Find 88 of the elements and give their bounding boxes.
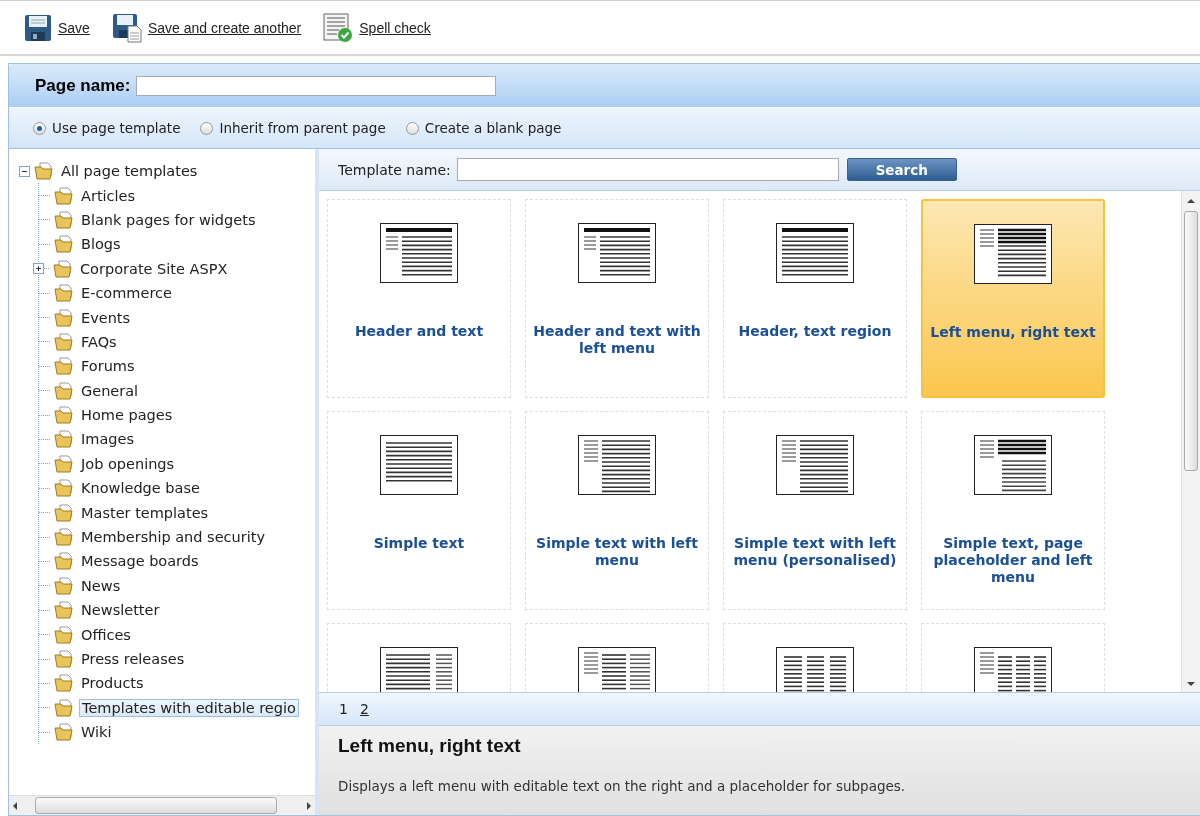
page-name-label: Page name: bbox=[35, 75, 131, 96]
template-tile[interactable]: Simple text bbox=[327, 411, 511, 610]
tree-item[interactable]: Press releases bbox=[79, 651, 187, 667]
template-name: Simple text with left menu (personalised) bbox=[732, 535, 898, 569]
folder-icon bbox=[34, 162, 54, 181]
radio-label: Inherit from parent page bbox=[219, 120, 386, 136]
floppy-disk-page-icon bbox=[111, 12, 142, 43]
folder-icon bbox=[54, 698, 74, 717]
template-name: Simple text, page placeholder and left menu bbox=[932, 535, 1094, 586]
tree-item[interactable]: Job openings bbox=[79, 455, 177, 472]
radio-label: Use page template bbox=[52, 120, 181, 136]
folder-icon bbox=[54, 528, 74, 547]
template-name-label: Template name: bbox=[338, 161, 451, 178]
folder-icon bbox=[54, 235, 74, 254]
tree-item[interactable]: FAQs bbox=[79, 333, 119, 350]
toolbar-button[interactable]: Save and create another bbox=[111, 12, 302, 43]
folder-icon bbox=[54, 430, 74, 449]
template-name: Header and text with left menu bbox=[532, 323, 702, 357]
page-number[interactable]: 2 bbox=[359, 701, 369, 717]
toolbar-button[interactable]: Spell check bbox=[323, 12, 431, 43]
collapse-icon[interactable] bbox=[19, 165, 30, 177]
folder-icon bbox=[54, 503, 74, 522]
tree-item[interactable]: Images bbox=[79, 431, 136, 448]
folder-icon bbox=[54, 406, 74, 425]
tree-item[interactable]: News bbox=[79, 577, 123, 594]
tree-item[interactable]: Newsletter bbox=[79, 602, 162, 619]
folder-icon bbox=[54, 210, 74, 229]
template-name: Header, text region bbox=[737, 323, 893, 340]
template-tile[interactable]: Simple text, page placeholder and left menu bbox=[921, 411, 1105, 610]
vertical-scrollbar[interactable] bbox=[1181, 191, 1200, 692]
tree-item[interactable]: Corporate Site ASPX bbox=[78, 260, 230, 277]
template-tile[interactable]: Simple text with left menu (personalised) bbox=[723, 411, 907, 610]
tree-item[interactable]: Membership and security bbox=[79, 529, 267, 546]
tree-item[interactable]: Events bbox=[79, 309, 133, 326]
page-name-field[interactable] bbox=[136, 75, 497, 96]
folder-icon bbox=[54, 479, 74, 498]
folder-icon bbox=[54, 284, 74, 303]
folder-icon bbox=[54, 308, 74, 327]
horizontal-scrollbar[interactable] bbox=[9, 795, 315, 815]
template-name: Simple text bbox=[372, 535, 466, 552]
folder-icon bbox=[54, 357, 74, 376]
tree-item[interactable]: Knowledge base bbox=[79, 480, 202, 497]
template-name: Simple text with left menu bbox=[535, 535, 699, 569]
tree-item[interactable]: Home pages bbox=[79, 407, 175, 424]
template-tile[interactable]: Left menu, right text bbox=[921, 199, 1105, 398]
folder-icon bbox=[54, 454, 74, 473]
folder-icon bbox=[54, 186, 74, 205]
tree-item[interactable]: All page templates bbox=[59, 163, 200, 180]
page-number[interactable]: 1 bbox=[339, 701, 348, 717]
search-button[interactable]: Search bbox=[846, 158, 957, 181]
document-check-icon bbox=[323, 12, 354, 43]
template-name-field[interactable] bbox=[456, 158, 839, 181]
folder-icon bbox=[54, 576, 74, 595]
folder-icon bbox=[54, 625, 74, 644]
tree-item[interactable]: Articles bbox=[79, 187, 138, 204]
template-tile[interactable]: Header and text with left menu bbox=[525, 199, 709, 398]
tree-item[interactable]: Blogs bbox=[79, 236, 123, 253]
template-name: Header and text bbox=[353, 323, 485, 340]
tree-item[interactable]: Forums bbox=[79, 358, 137, 375]
tree-item[interactable]: Master templates bbox=[79, 504, 211, 521]
radio-button[interactable] bbox=[405, 121, 419, 135]
toolbar-button[interactable]: Save bbox=[24, 13, 90, 42]
folder-icon bbox=[54, 723, 74, 742]
folder-icon bbox=[54, 674, 74, 693]
template-tile[interactable]: Simple text with left menu bbox=[525, 411, 709, 610]
radio-label: Create a blank page bbox=[424, 120, 562, 136]
template-name: Left menu, right text bbox=[929, 324, 1097, 341]
folder-icon bbox=[53, 259, 73, 278]
folder-icon bbox=[54, 601, 74, 620]
tree-item[interactable]: Products bbox=[79, 675, 146, 692]
tree-item[interactable]: Wiki bbox=[79, 724, 114, 741]
template-description: Displays a left menu with editable text on the right and a placeholder for subpages. bbox=[319, 764, 1200, 794]
tree-item[interactable]: Offices bbox=[79, 626, 133, 643]
template-tile[interactable]: Header and text bbox=[327, 199, 511, 398]
tree-item[interactable]: E-commerce bbox=[79, 285, 174, 302]
folder-icon bbox=[54, 381, 74, 400]
folder-icon bbox=[54, 650, 74, 668]
tree-item[interactable]: Message boards bbox=[79, 553, 201, 570]
template-title: Left menu, right text bbox=[337, 734, 522, 757]
folder-icon bbox=[54, 332, 74, 351]
folder-icon bbox=[54, 552, 74, 571]
radio-button[interactable] bbox=[33, 121, 46, 135]
tree-item[interactable]: Blank pages for widgets bbox=[79, 211, 258, 228]
radio-button[interactable] bbox=[200, 121, 214, 135]
template-tile[interactable]: Header, text region bbox=[723, 199, 907, 398]
tree-item[interactable]: Templates with editable regio bbox=[79, 698, 299, 717]
expand-icon[interactable] bbox=[33, 263, 44, 275]
tree-item[interactable]: General bbox=[79, 382, 141, 399]
